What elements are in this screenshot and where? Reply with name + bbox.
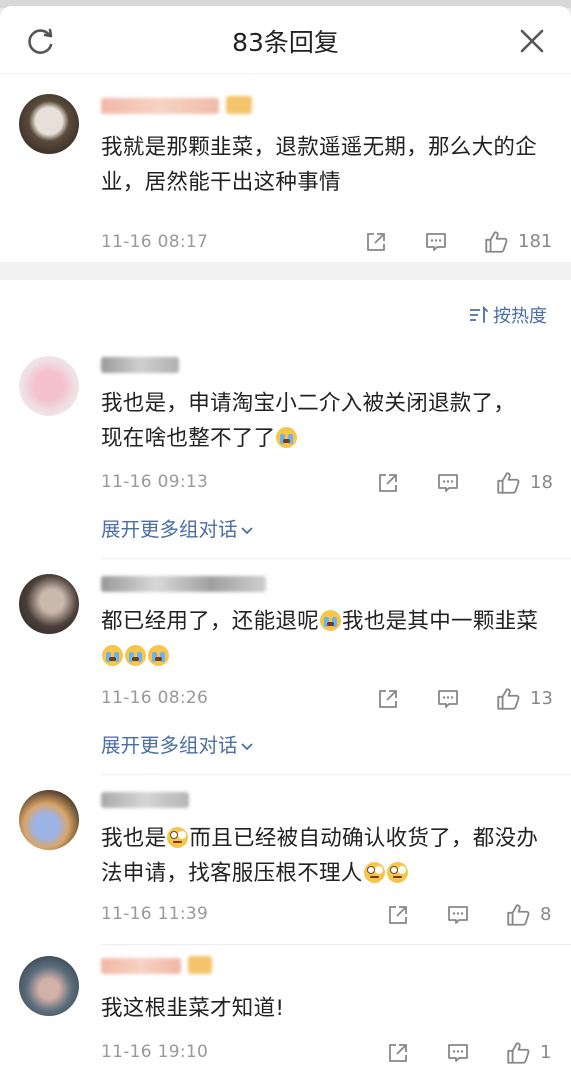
replies-sheet: 83条回复 我就是那颗韭菜，退款遥遥无期，那么大的企业，居然能干出这种事情 11… [0, 6, 571, 1079]
username[interactable] [101, 792, 189, 808]
expand-conversation-link[interactable]: 展开更多组对话 [101, 513, 254, 542]
like-count: 13 [530, 688, 553, 709]
comment-text: 我就是那颗韭菜，退款遥遥无期，那么大的企业，居然能干出这种事情 [101, 135, 538, 195]
like-icon[interactable] [483, 229, 509, 255]
cry-emoji [320, 610, 342, 631]
comment-icon[interactable] [436, 687, 460, 711]
username[interactable] [101, 357, 179, 373]
comment-icon[interactable] [446, 1041, 470, 1065]
close-icon[interactable] [519, 28, 545, 54]
sheet-header: 83条回复 [0, 6, 571, 74]
comment-text: 都已经用了，还能退呢 我也是其中一颗韭菜 [101, 604, 556, 674]
chevron-down-icon [240, 527, 253, 535]
sort-by-heat-button[interactable]: 按热度 [469, 302, 547, 328]
comment-text: 我也是，申请淘宝小二介入被关闭退款了，现在啥也整不了了 [101, 391, 516, 451]
avatar[interactable] [19, 94, 79, 154]
original-comment: 我就是那颗韭菜，退款遥遥无期，那么大的企业，居然能干出这种事情 11-16 08… [0, 74, 571, 262]
cry-emoji [148, 645, 169, 666]
share-icon[interactable] [376, 471, 400, 495]
like-icon[interactable] [505, 902, 531, 928]
comment-time: 11-16 19:10 [101, 1042, 209, 1062]
username[interactable] [101, 98, 219, 114]
comment-time: 11-16 09:13 [101, 472, 209, 492]
comment-icon[interactable] [446, 903, 470, 927]
cry-emoji [125, 645, 146, 666]
share-icon[interactable] [364, 230, 388, 254]
eye-roll-emoji [386, 862, 408, 883]
avatar[interactable] [19, 356, 79, 416]
expand-conversation-link[interactable]: 展开更多组对话 [101, 729, 254, 758]
comment-time: 11-16 11:39 [101, 904, 209, 924]
avatar[interactable] [19, 790, 79, 850]
user-badge [226, 96, 252, 114]
divider [101, 944, 571, 945]
like-icon[interactable] [505, 1040, 531, 1066]
cry-emoji [276, 427, 298, 448]
comment-icon[interactable] [436, 471, 460, 495]
sort-icon [470, 306, 488, 323]
comment-icon[interactable] [424, 230, 448, 254]
share-icon[interactable] [386, 1041, 410, 1065]
comment-time: 11-16 08:26 [101, 688, 209, 708]
eye-roll-emoji [167, 827, 189, 848]
like-icon[interactable] [495, 686, 521, 712]
like-count: 8 [540, 904, 552, 925]
comment-text: 我这根韭菜才知道! [101, 996, 285, 1021]
comment-text: 我也是 而且已经被自动确认收货了，都没办法申请，找客服压根不理人 [101, 826, 539, 886]
comment-time: 11-16 08:17 [101, 232, 209, 252]
like-count: 181 [518, 231, 553, 252]
share-icon[interactable] [386, 903, 410, 927]
username[interactable] [101, 576, 266, 592]
chevron-down-icon [240, 743, 253, 751]
section-separator [0, 262, 571, 280]
sheet-title: 83条回复 [232, 28, 339, 57]
like-count: 18 [530, 472, 553, 493]
sort-label: 按热度 [493, 306, 547, 327]
divider [101, 774, 571, 775]
divider [101, 558, 571, 559]
share-icon[interactable] [376, 687, 400, 711]
avatar[interactable] [19, 574, 79, 634]
like-count: 1 [540, 1042, 552, 1063]
eye-roll-emoji [363, 862, 385, 883]
username[interactable] [101, 958, 181, 974]
avatar[interactable] [19, 956, 79, 1016]
cry-emoji [102, 645, 123, 666]
like-icon[interactable] [495, 470, 521, 496]
user-badge [188, 956, 212, 974]
